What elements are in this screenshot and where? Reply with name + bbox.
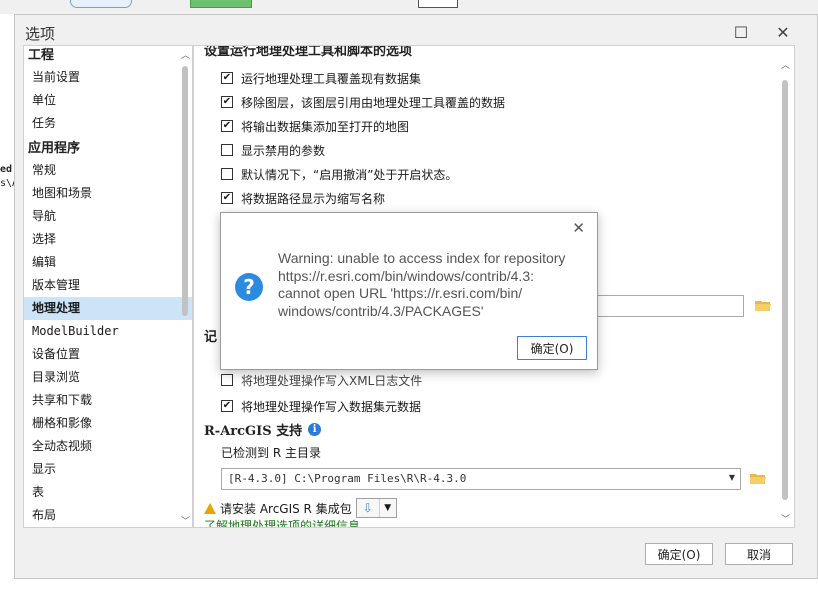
nav-item-selection[interactable]: 选择: [24, 228, 192, 251]
message-line: Warning: unable to access index for repo…: [278, 250, 566, 266]
maximize-icon: ☐: [733, 22, 749, 42]
option-label: 将输出数据集添加至打开的地图: [241, 119, 410, 134]
option-label: 显示禁用的参数: [241, 143, 326, 158]
chevron-down-icon: ▼: [384, 503, 392, 513]
r-home-select[interactable]: [R-4.3.0] C:\Program Files\R\R-4.3.0 ▼: [221, 468, 741, 490]
scroll-up-icon[interactable]: ︿: [181, 48, 190, 61]
nav-item-layout[interactable]: 布局: [24, 504, 192, 527]
checkbox-checked-icon[interactable]: ✔: [221, 400, 233, 412]
install-warning: 请安装 ArcGIS R 集成包 ⇩ ▼: [204, 498, 397, 518]
message-line: windows/contrib/4.3/PACKAGES': [278, 302, 484, 319]
option-enable-undo[interactable]: 默认情况下，“启用撤消”处于开启状态。: [221, 164, 457, 184]
nav-item-share-download[interactable]: 共享和下载: [24, 389, 192, 412]
option-abbreviated-paths[interactable]: ✔ 将数据路径显示为缩写名称: [221, 188, 385, 208]
nav-scroll-thumb[interactable]: [182, 66, 188, 316]
nav-item-device-location[interactable]: 设备位置: [24, 343, 192, 366]
nav-item-raster-imagery[interactable]: 栅格和影像: [24, 412, 192, 435]
option-label: 移除图层，该图层引用由地理处理工具覆盖的数据: [241, 95, 506, 110]
nav-item-display[interactable]: 显示: [24, 458, 192, 481]
chevron-down-icon: ▼: [728, 473, 735, 482]
background-text: ed: [0, 164, 13, 175]
nav-item-catalog-browse[interactable]: 目录浏览: [24, 366, 192, 389]
option-label: 将地理处理操作写入数据集元数据: [241, 399, 422, 414]
nav-item-current-settings[interactable]: 当前设置: [24, 66, 192, 89]
section-run-options-title: 设置运行地理处理工具和脚本的选项: [204, 45, 413, 59]
nav-item-general[interactable]: 常规: [24, 159, 192, 182]
option-show-disabled-params[interactable]: 显示禁用的参数: [221, 140, 325, 160]
nav-group-application: 应用程序: [28, 141, 81, 156]
ok-button[interactable]: 确定(O): [645, 543, 713, 565]
cancel-button[interactable]: 取消: [725, 543, 793, 565]
nav-item-editing[interactable]: 编辑: [24, 251, 192, 274]
scroll-up-icon[interactable]: ︿: [781, 58, 790, 71]
package-install-icon: ⇩: [357, 499, 380, 517]
nav-item-table[interactable]: 表: [24, 481, 192, 504]
warning-message-text: Warning: unable to access index for repo…: [278, 250, 578, 320]
checkbox-unchecked-icon[interactable]: [221, 374, 233, 386]
learn-more-link[interactable]: 了解地理处理选项的详细信息: [204, 517, 360, 527]
option-add-output[interactable]: ✔ 将输出数据集添加至打开的地图: [221, 116, 409, 136]
checkbox-checked-icon[interactable]: ✔: [221, 192, 233, 204]
close-button[interactable]: ✕: [771, 21, 795, 43]
install-package-button[interactable]: ⇩ ▼: [355, 498, 397, 518]
scroll-down-icon[interactable]: ﹀: [781, 512, 790, 525]
nav-group-project: 工程: [28, 48, 55, 63]
checkbox-unchecked-icon[interactable]: [221, 168, 233, 180]
nav-item-tasks[interactable]: 任务: [24, 112, 192, 135]
background-ribbon-icon: [70, 0, 132, 8]
install-warning-text: 请安装 ArcGIS R 集成包: [220, 501, 352, 516]
browse-folder-icon[interactable]: [750, 472, 766, 484]
option-label: 默认情况下，“启用撤消”处于开启状态。: [241, 167, 458, 182]
content-scroll-thumb[interactable]: [782, 80, 788, 500]
option-label: 运行地理处理工具覆盖现有数据集: [241, 71, 422, 86]
maximize-button[interactable]: ☐: [729, 21, 753, 43]
background-ribbon-icon: [418, 0, 458, 8]
warning-icon: [204, 502, 216, 514]
warning-message-box: ✕ ? Warning: unable to access index for …: [220, 212, 598, 370]
section-logging-title: 记: [204, 330, 218, 345]
message-line: https://r.esri.com/bin/windows/contrib/4…: [278, 267, 534, 284]
nav-item-geoprocessing[interactable]: 地理处理: [24, 297, 192, 320]
nav-item-full-motion-video[interactable]: 全动态视频: [24, 435, 192, 458]
content-scrollbar[interactable]: ︿ ﹀: [780, 50, 790, 525]
message-line: cannot open URL 'https://r.esri.com/bin/: [278, 285, 523, 301]
nav-item-modelbuilder[interactable]: ModelBuilder: [24, 320, 192, 343]
option-label: 将地理处理操作写入XML日志文件: [241, 373, 423, 388]
browse-folder-icon[interactable]: [755, 299, 771, 311]
section-r-support-title: R-ArcGIS 支持 i: [204, 420, 322, 439]
dialog-title: 选项: [25, 25, 56, 43]
close-icon: ✕: [776, 22, 790, 42]
background-app-toolbar: [0, 0, 818, 14]
option-write-metadata[interactable]: ✔ 将地理处理操作写入数据集元数据: [221, 396, 421, 416]
checkbox-checked-icon[interactable]: ✔: [221, 96, 233, 108]
question-icon: ?: [235, 273, 263, 301]
checkbox-checked-icon[interactable]: ✔: [221, 120, 233, 132]
path-field[interactable]: [594, 295, 744, 317]
nav-item-versioning[interactable]: 版本管理: [24, 274, 192, 297]
close-icon[interactable]: ✕: [572, 219, 585, 237]
r-detected-label: 已检测到 R 主目录: [221, 446, 321, 460]
info-icon[interactable]: i: [308, 423, 322, 436]
options-nav-list[interactable]: 工程 当前设置 单位 任务 应用程序 常规 地图和场景 导航 选择 编辑 版本管…: [23, 45, 193, 528]
r-support-title-text: R-ArcGIS 支持: [204, 424, 303, 439]
option-overwrite-datasets[interactable]: ✔ 运行地理处理工具覆盖现有数据集: [221, 68, 421, 88]
background-app-panel: ed s\A: [0, 14, 18, 591]
background-ribbon-icon: [190, 0, 252, 8]
scroll-down-icon[interactable]: ﹀: [181, 514, 190, 527]
message-ok-button[interactable]: 确定(O): [517, 336, 587, 360]
nav-item-map-and-scene[interactable]: 地图和场景: [24, 182, 192, 205]
checkbox-checked-icon[interactable]: ✔: [221, 72, 233, 84]
nav-scrollbar[interactable]: ︿ ﹀: [180, 48, 190, 527]
option-write-xml-log[interactable]: 将地理处理操作写入XML日志文件: [221, 370, 422, 390]
nav-item-units[interactable]: 单位: [24, 89, 192, 112]
nav-item-navigation[interactable]: 导航: [24, 205, 192, 228]
checkbox-unchecked-icon[interactable]: [221, 144, 233, 156]
r-home-value: [R-4.3.0] C:\Program Files\R\R-4.3.0: [228, 472, 467, 485]
option-remove-layers[interactable]: ✔ 移除图层，该图层引用由地理处理工具覆盖的数据: [221, 92, 505, 112]
option-label: 将数据路径显示为缩写名称: [241, 191, 386, 206]
